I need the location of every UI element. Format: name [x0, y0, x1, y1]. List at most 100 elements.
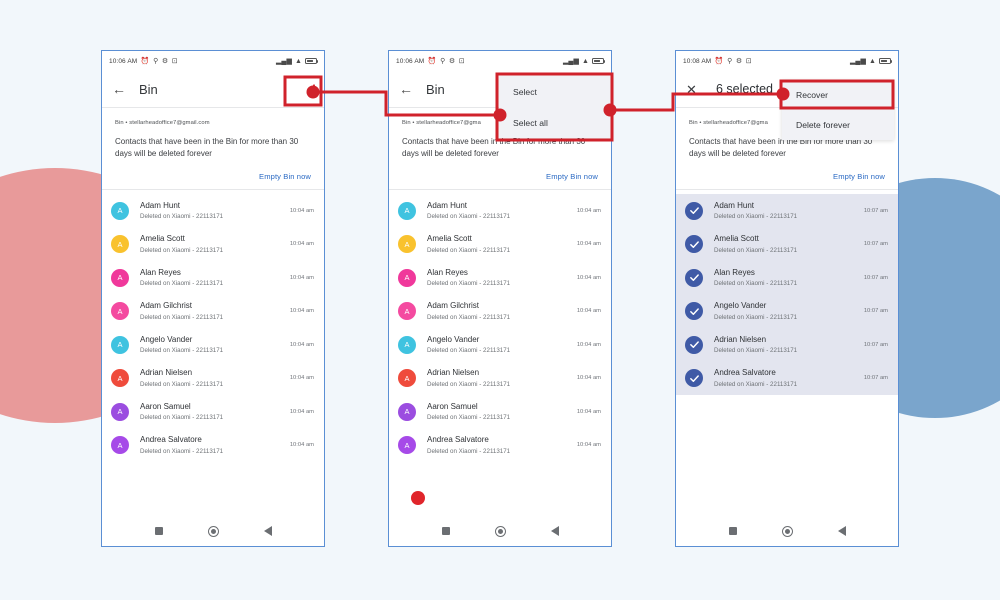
contact-name: Adam Hunt — [427, 200, 468, 210]
back-icon[interactable]: ← — [112, 82, 128, 96]
battery-icon — [592, 57, 606, 65]
contact-row[interactable]: Andrea Salvatore Deleted on Xiaomi - 2211… — [676, 361, 898, 395]
back-icon[interactable]: ← — [399, 82, 415, 96]
contact-deleted-info: Deleted on Xiaomi - 22113171 — [714, 380, 798, 388]
contact-row[interactable]: A Adam Gilchrist Deleted on Xiaomi - 22113… — [102, 294, 324, 328]
menu-item-select-all[interactable]: Select all — [499, 107, 611, 138]
contact-avatar: A — [398, 369, 416, 388]
contact-row[interactable]: Amelia Scott Deleted on Xiaomi - 22113171… — [676, 227, 898, 261]
contact-avatar: A — [111, 402, 129, 421]
contact-row[interactable]: A Amelia Scott Deleted on Xiaomi - 2211317… — [389, 227, 611, 261]
triangle-back-icon[interactable] — [263, 526, 272, 536]
status-time: 10:06 AM — [109, 57, 138, 65]
menu-item-select[interactable]: Select — [499, 76, 611, 107]
wifi-icon: ▲ — [294, 57, 302, 65]
contact-time: 10:07 am — [863, 341, 888, 348]
contact-deleted-info: Deleted on Xiaomi - 22113171 — [427, 347, 511, 355]
contact-text: Adam Gilchrist Deleted on Xiaomi - 221131… — [427, 301, 577, 320]
contact-text: Adam Hunt Deleted on Xiaomi - 22113171 — [427, 201, 577, 220]
contact-time: 10:04 am — [576, 408, 601, 415]
contact-row[interactable]: Angelo Vander Deleted on Xiaomi - 2211317… — [676, 294, 898, 328]
menu-item-delete-forever[interactable]: Delete forever — [782, 110, 894, 140]
contact-name: Angelo Vander — [427, 334, 480, 344]
circle-home-icon[interactable] — [781, 525, 793, 537]
contact-name: Andrea Salvatore — [714, 368, 776, 378]
overflow-menu-icon[interactable] — [313, 84, 315, 94]
contact-row[interactable]: A Aaron Samuel Deleted on Xiaomi - 2211317… — [102, 395, 324, 429]
contact-time: 10:07 am — [863, 241, 888, 248]
screenshot-stage: 10:06 AM ⏰ ⚲ ⚙ ⊡ ▂▄▆ ▲ ← Bin Bin • stell… — [0, 0, 1000, 600]
contact-row[interactable]: A Amelia Scott Deleted on Xiaomi - 2211317… — [102, 227, 324, 261]
circle-home-icon[interactable] — [494, 525, 506, 537]
square-recents-icon[interactable] — [154, 527, 163, 535]
contact-text: Adam Hunt Deleted on Xiaomi - 22113171 — [140, 201, 290, 220]
contact-text: Aaron Samuel Deleted on Xiaomi - 22113171 — [427, 402, 577, 421]
contact-deleted-info: Deleted on Xiaomi - 22113171 — [140, 347, 224, 355]
contact-row[interactable]: A Adam Hunt Deleted on Xiaomi - 22113171 10… — [102, 194, 324, 228]
contact-row[interactable]: A Angelo Vander Deleted on Xiaomi - 221131… — [389, 328, 611, 362]
contact-row[interactable]: A Adrian Nielsen Deleted on Xiaomi - 22113… — [389, 361, 611, 395]
contact-row[interactable]: A Alan Reyes Deleted on Xiaomi - 22113171 1… — [389, 261, 611, 295]
battery-icon — [879, 57, 893, 65]
location-icon: ⚲ — [440, 57, 446, 65]
contact-row[interactable]: A Alan Reyes Deleted on Xiaomi - 22113171 1… — [102, 261, 324, 295]
screenshot-icon: ⊡ — [458, 57, 465, 65]
contact-avatar: A — [111, 436, 129, 455]
triangle-back-icon[interactable] — [550, 526, 559, 536]
contact-list-1: A Adam Hunt Deleted on Xiaomi - 22113171 10… — [102, 189, 324, 462]
contact-time: 10:04 am — [289, 207, 314, 214]
overflow-menu-phone3[interactable]: Recover Delete forever — [782, 80, 894, 140]
contact-deleted-info: Deleted on Xiaomi - 22113171 — [714, 347, 798, 355]
contact-name: Adam Gilchrist — [140, 301, 193, 311]
contact-time: 10:07 am — [863, 207, 888, 214]
contact-name: Amelia Scott — [140, 234, 185, 244]
close-icon[interactable]: ✕ — [686, 83, 700, 96]
contact-deleted-info: Deleted on Xiaomi - 22113171 — [140, 380, 224, 388]
square-recents-icon[interactable] — [728, 527, 737, 535]
screenshot-icon: ⊡ — [171, 57, 178, 65]
contact-text: Amelia Scott Deleted on Xiaomi - 22113171 — [714, 234, 864, 253]
menu-item-recover[interactable]: Recover — [782, 80, 894, 110]
contact-name: Alan Reyes — [714, 267, 755, 277]
contact-avatar: A — [398, 201, 416, 220]
triangle-back-icon[interactable] — [837, 526, 846, 536]
contact-row[interactable]: A Adam Gilchrist Deleted on Xiaomi - 22113… — [389, 294, 611, 328]
contact-deleted-info: Deleted on Xiaomi - 22113171 — [714, 313, 798, 321]
overflow-menu-phone2[interactable]: Select Select all — [499, 76, 611, 138]
contact-name: Amelia Scott — [714, 234, 759, 244]
contact-row[interactable]: A Adrian Nielsen Deleted on Xiaomi - 22113… — [102, 361, 324, 395]
contact-text: Adam Gilchrist Deleted on Xiaomi - 221131… — [140, 301, 290, 320]
contact-row[interactable]: A Aaron Samuel Deleted on Xiaomi - 2211317… — [389, 395, 611, 429]
contact-row[interactable]: A Adam Hunt Deleted on Xiaomi - 22113171 10… — [389, 194, 611, 228]
contact-time: 10:04 am — [289, 442, 314, 449]
contact-text: Adrian Nielsen Deleted on Xiaomi - 221131… — [140, 368, 290, 387]
contact-deleted-info: Deleted on Xiaomi - 22113171 — [714, 246, 798, 254]
contact-name: Alan Reyes — [427, 267, 468, 277]
contact-row[interactable]: A Angelo Vander Deleted on Xiaomi - 221131… — [102, 328, 324, 362]
empty-bin-now-button[interactable]: Empty Bin now — [689, 172, 885, 181]
circle-home-icon[interactable] — [207, 525, 219, 537]
contact-row[interactable]: A Andrea Salvatore Deleted on Xiaomi - 221… — [389, 428, 611, 462]
contact-name: Andrea Salvatore — [140, 435, 202, 445]
contact-name: Aaron Samuel — [140, 401, 191, 411]
contact-deleted-info: Deleted on Xiaomi - 22113171 — [427, 313, 511, 321]
contact-text: Amelia Scott Deleted on Xiaomi - 22113171 — [427, 234, 577, 253]
contact-row[interactable]: Adam Hunt Deleted on Xiaomi - 22113171 10:… — [676, 193, 898, 228]
account-line: Bin • stellarheadoffice7@gmail.com — [115, 120, 210, 126]
contact-deleted-info: Deleted on Xiaomi - 22113171 — [427, 447, 511, 455]
empty-bin-now-button[interactable]: Empty Bin now — [115, 172, 311, 181]
signal-bars-icon: ▂▄▆ — [275, 57, 292, 65]
contact-text: Aaron Samuel Deleted on Xiaomi - 22113171 — [140, 402, 290, 421]
contact-row[interactable]: A Andrea Salvatore Deleted on Xiaomi - 221… — [102, 428, 324, 462]
empty-bin-now-button[interactable]: Empty Bin now — [402, 172, 598, 181]
contact-time: 10:04 am — [576, 207, 601, 214]
contact-row[interactable]: Adrian Nielsen Deleted on Xiaomi - 221131… — [676, 327, 898, 362]
contact-name: Alan Reyes — [140, 267, 181, 277]
contact-time: 10:04 am — [576, 274, 601, 281]
check-icon — [685, 268, 703, 287]
android-nav-bar — [676, 516, 898, 546]
contact-row[interactable]: Alan Reyes Deleted on Xiaomi - 22113171 10… — [676, 260, 898, 295]
square-recents-icon[interactable] — [441, 527, 450, 535]
alarm-icon: ⏰ — [714, 57, 724, 65]
contact-deleted-info: Deleted on Xiaomi - 22113171 — [427, 213, 511, 221]
